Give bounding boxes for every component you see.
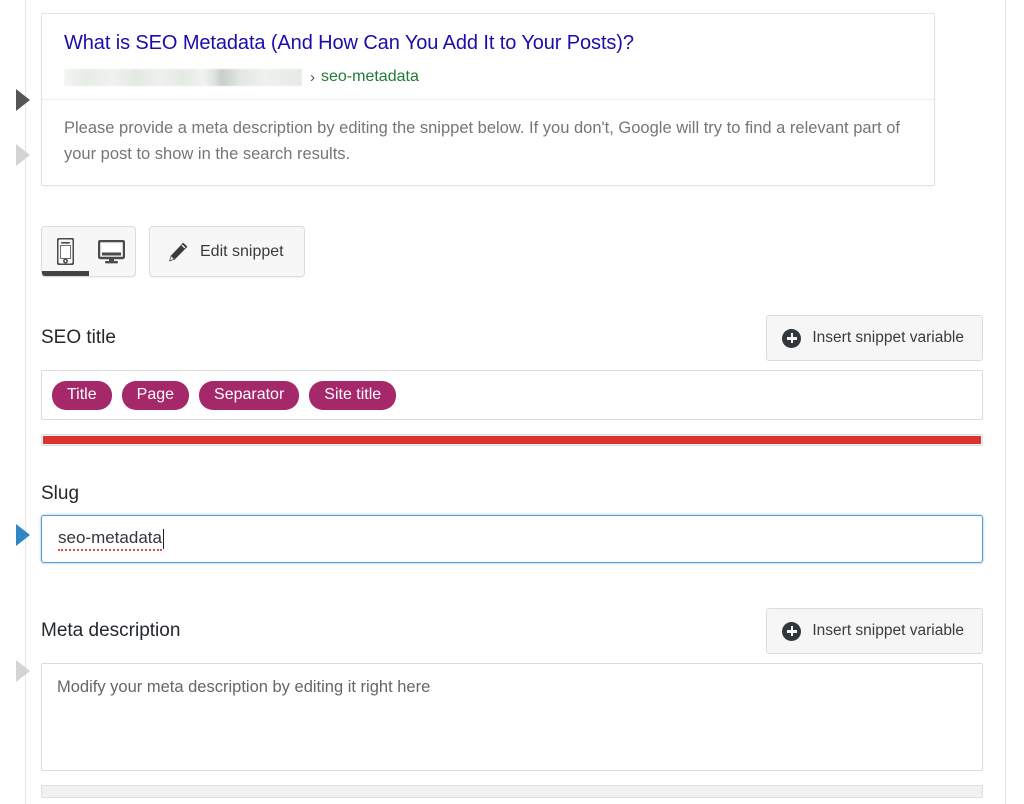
snippet-preview-url-slug: seo-metadata [321,68,419,86]
snippet-preview-title[interactable]: What is SEO Metadata (And How Can You Ad… [64,30,912,56]
insert-snippet-variable-label: Insert snippet variable [812,329,964,347]
mobile-active-indicator [42,271,89,276]
slug-input-value: seo-metadata [58,528,162,551]
mobile-phone-icon [57,238,74,265]
desktop-monitor-icon [98,240,125,264]
plus-circle-icon [782,329,801,348]
seo-title-length-progress-fill [43,436,981,444]
meta-description-value: Modify your meta description by editing … [57,678,430,696]
snippet-preview-url: › seo-metadata [64,67,912,87]
slug-field-group: Slug seo-metadata [41,483,983,563]
snippet-variable-pill-title[interactable]: Title [52,381,112,410]
plus-circle-icon [782,622,801,641]
edit-snippet-label: Edit snippet [200,243,284,261]
gutter-marker-light-triangle-icon-2 [16,660,30,682]
slug-label: Slug [41,483,983,505]
meta-description-label-row: Meta description Insert snippet variable [41,608,983,654]
insert-snippet-variable-label: Insert snippet variable [812,622,964,640]
seo-title-label-row: SEO title Insert snippet variable [41,315,983,361]
meta-description-field-group: Meta description Insert snippet variable… [41,608,983,798]
snippet-variable-pill-separator[interactable]: Separator [199,381,299,410]
seo-title-input[interactable]: Title Page Separator Site title [41,370,983,420]
preview-mode-mobile-button[interactable] [42,227,89,276]
meta-description-label: Meta description [41,620,180,642]
edit-snippet-button[interactable]: Edit snippet [149,226,305,277]
seo-title-field-group: SEO title Insert snippet variable Title … [41,315,983,446]
snippet-toolbar: Edit snippet [41,226,305,277]
insert-snippet-variable-button-meta[interactable]: Insert snippet variable [766,608,983,654]
desktop-active-indicator [89,271,136,276]
insert-snippet-variable-button-title[interactable]: Insert snippet variable [766,315,983,361]
text-cursor [163,529,165,549]
preview-mode-switch[interactable] [41,226,136,277]
slug-input[interactable]: seo-metadata [41,515,983,563]
url-separator-chevron-icon: › [310,69,315,86]
snippet-preview-description: Please provide a meta description by edi… [42,100,934,185]
meta-description-textarea[interactable]: Modify your meta description by editing … [41,663,983,771]
seo-title-length-progress-bar [41,434,983,446]
gutter-marker-light-triangle-icon [16,144,30,166]
gutter-marker-dark-triangle-icon [16,89,30,111]
preview-mode-desktop-button[interactable] [89,227,136,276]
snippet-variable-pill-site-title[interactable]: Site title [309,381,396,410]
seo-title-label: SEO title [41,327,116,349]
google-snippet-preview[interactable]: What is SEO Metadata (And How Can You Ad… [41,13,935,186]
snippet-preview-header: What is SEO Metadata (And How Can You Ad… [42,14,934,100]
panel-left-border [25,0,26,804]
snippet-variable-pill-page[interactable]: Page [122,381,189,410]
pencil-icon [167,241,189,263]
redacted-domain-blur [64,69,302,86]
yoast-seo-snippet-editor: What is SEO Metadata (And How Can You Ad… [0,0,1024,804]
panel-right-border [1005,0,1006,804]
gutter-marker-blue-triangle-icon [16,524,30,546]
meta-description-length-progress-bar [41,785,983,798]
